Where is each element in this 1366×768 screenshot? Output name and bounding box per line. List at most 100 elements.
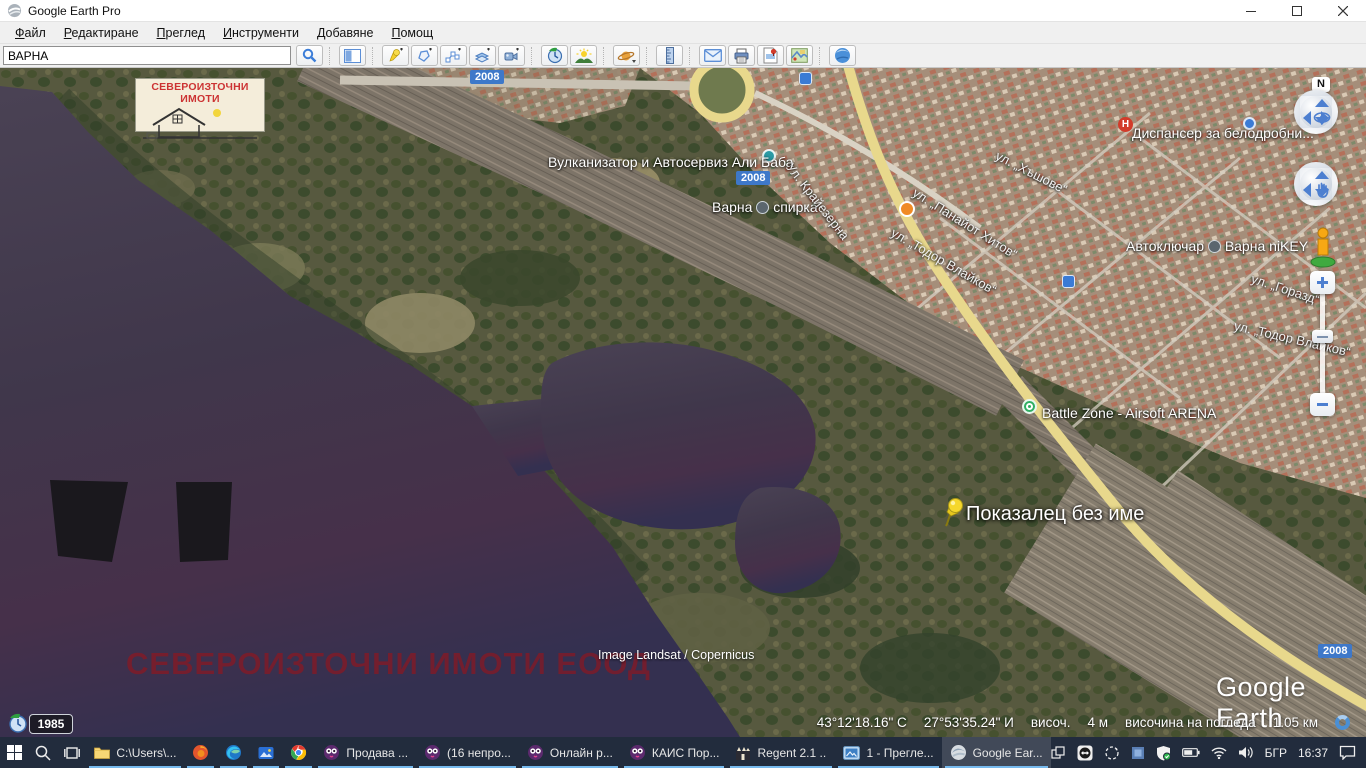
menu-file[interactable]: Файл <box>6 23 55 43</box>
agency-house-icon <box>139 105 261 141</box>
restaurant-poi-icon[interactable] <box>899 201 915 217</box>
task-view-icon <box>64 746 80 760</box>
status-eye-alt-label: височина на погледа <box>1125 715 1256 730</box>
view-in-maps-button[interactable] <box>786 45 813 66</box>
start-button[interactable] <box>0 737 29 768</box>
menu-add[interactable]: Добавяне <box>308 23 383 43</box>
sidebar-toggle-button[interactable] <box>339 45 366 66</box>
wifi-tray-icon[interactable] <box>1211 747 1227 759</box>
taskbar-search-button[interactable] <box>29 737 58 768</box>
task-view-button[interactable] <box>58 737 87 768</box>
menu-view[interactable]: Преглед <box>148 23 214 43</box>
add-path-button[interactable] <box>440 45 467 66</box>
tray-clock[interactable]: 16:37 <box>1298 746 1328 760</box>
taskbar-app-imot-unread[interactable]: (16 непро... <box>416 737 519 768</box>
teamviewer-tray-icon[interactable] <box>1077 745 1093 761</box>
map-viewport[interactable]: СЕВЕРОИЗТОЧНИ ИМОТИ 2008 2008 2008 H Вул… <box>0 68 1366 737</box>
hospital-poi-icon[interactable]: H <box>1118 117 1133 132</box>
bus-stop-poi-icon[interactable] <box>1062 275 1075 288</box>
planets-button[interactable] <box>613 45 640 66</box>
add-path-icon <box>445 48 462 64</box>
save-image-button[interactable] <box>757 45 784 66</box>
taskbar-app-regent[interactable]: Regent 2.1 ... <box>727 737 835 768</box>
imagery-date-chip[interactable]: 1985 <box>29 714 73 734</box>
look-joystick[interactable] <box>1294 90 1338 134</box>
menu-tools[interactable]: Инструменти <box>214 23 308 43</box>
taskbar-app-google-earth[interactable]: Google Ear... <box>942 737 1051 768</box>
add-placemark-button[interactable] <box>382 45 409 66</box>
toolbar <box>0 44 1366 68</box>
ruler-icon <box>665 47 675 64</box>
photos-icon <box>258 745 274 761</box>
add-polygon-icon <box>416 48 433 64</box>
windows-taskbar: C:\Users\... Продава ... (16 непро... Он… <box>0 737 1366 768</box>
sync-tray-icon[interactable] <box>1104 745 1120 761</box>
globe-icon <box>834 47 851 64</box>
owl-icon <box>629 744 646 761</box>
owl-icon <box>527 744 544 761</box>
menu-help[interactable]: Помощ <box>382 23 442 43</box>
zoom-in-button[interactable] <box>1310 271 1335 294</box>
taskbar-app-photos[interactable] <box>250 737 282 768</box>
look-left-icon[interactable] <box>1303 111 1311 125</box>
yellow-pushpin-icon[interactable] <box>941 496 965 528</box>
menu-edit[interactable]: Редактиране <box>55 23 148 43</box>
display-tray-icon[interactable] <box>1131 746 1145 760</box>
taskbar-app-chrome[interactable] <box>282 737 315 768</box>
maximize-icon <box>1292 6 1302 16</box>
zoom-slider-handle[interactable] <box>1312 330 1333 343</box>
print-button[interactable] <box>728 45 755 66</box>
search-input[interactable] <box>3 46 291 65</box>
historical-imagery-button[interactable] <box>541 45 568 66</box>
tray-show-hidden-icon[interactable] <box>1051 746 1066 759</box>
poi-label-dispanser: Диспансер за белодробни... <box>1132 125 1314 141</box>
taskbar-app-kais-portal[interactable]: КАИС Пор... <box>621 737 728 768</box>
google-earth-app-icon <box>7 3 22 18</box>
time-slider-clock-icon[interactable] <box>7 713 29 735</box>
record-tour-button[interactable] <box>498 45 525 66</box>
add-polygon-button[interactable] <box>411 45 438 66</box>
volume-tray-icon[interactable] <box>1238 746 1254 759</box>
ruler-button[interactable] <box>656 45 683 66</box>
email-icon <box>704 49 722 62</box>
title-bar: Google Earth Pro <box>0 0 1366 22</box>
record-tour-icon <box>503 48 520 64</box>
agency-logo-overlay: СЕВЕРОИЗТОЧНИ ИМОТИ <box>135 78 265 132</box>
taskbar-app-edge[interactable] <box>217 737 250 768</box>
sunlight-button[interactable] <box>570 45 597 66</box>
taskbar-app-image-preview[interactable]: 1 - Прегле... <box>835 737 941 768</box>
minimize-button[interactable] <box>1228 0 1274 22</box>
defender-tray-icon[interactable] <box>1156 745 1171 761</box>
taskbar-app-label: 1 - Прегле... <box>866 746 933 760</box>
transit-poi-icon[interactable] <box>799 72 812 85</box>
move-joystick[interactable] <box>1294 162 1338 206</box>
sunlight-icon <box>575 48 593 64</box>
pegman-street-view[interactable] <box>1308 226 1338 268</box>
taskbar-app-imot-prodava[interactable]: Продава ... <box>315 737 416 768</box>
windows-logo-icon <box>7 745 22 760</box>
placemark-label[interactable]: Показалец без име <box>966 503 1144 526</box>
globe-button[interactable] <box>829 45 856 66</box>
historical-imagery-icon <box>546 47 564 64</box>
agency-watermark: СЕВЕРОИЗТОЧНИ ИМОТИ ЕООД <box>126 646 651 682</box>
move-left-icon[interactable] <box>1303 183 1311 197</box>
taskbar-app-firefox[interactable] <box>184 737 217 768</box>
action-center-icon[interactable] <box>1339 745 1356 760</box>
tray-language-indicator[interactable]: БГР <box>1265 746 1287 760</box>
close-button[interactable] <box>1320 0 1366 22</box>
taskbar-app-file-explorer[interactable]: C:\Users\... <box>86 737 184 768</box>
maximize-button[interactable] <box>1274 0 1320 22</box>
email-button[interactable] <box>699 45 726 66</box>
battle-zone-poi-icon[interactable] <box>1022 399 1037 414</box>
add-image-overlay-button[interactable] <box>469 45 496 66</box>
taskbar-app-imot-online[interactable]: Онлайн р... <box>519 737 621 768</box>
eye-icon[interactable] <box>1313 111 1331 124</box>
zoom-out-button[interactable] <box>1310 393 1335 416</box>
battery-tray-icon[interactable] <box>1182 747 1200 758</box>
look-up-icon[interactable] <box>1315 99 1329 107</box>
sidebar-toggle-icon <box>344 49 361 63</box>
zoom-slider-track[interactable] <box>1320 290 1325 400</box>
pan-hand-icon[interactable] <box>1315 182 1330 198</box>
search-button[interactable] <box>296 45 323 66</box>
move-up-icon[interactable] <box>1315 171 1329 179</box>
